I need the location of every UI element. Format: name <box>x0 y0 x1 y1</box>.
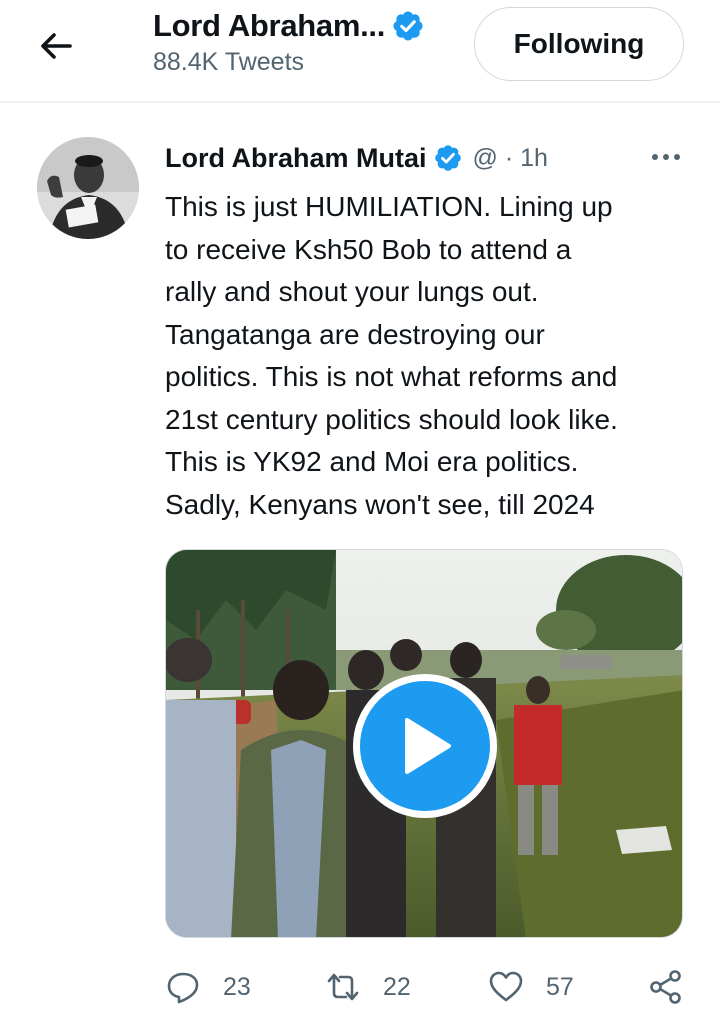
page-title: Lord Abraham... <box>153 8 386 43</box>
following-button[interactable]: Following <box>474 7 684 81</box>
tweet-header: Lord Abraham Mutai @ · 1h <box>165 138 685 178</box>
tweet-video[interactable] <box>165 549 683 938</box>
like-count: 57 <box>546 972 574 1001</box>
tweet-actions: 23 22 57 <box>0 962 720 1012</box>
retweet-icon <box>327 973 359 1001</box>
share-button[interactable] <box>648 962 684 1012</box>
retweet-button[interactable]: 22 <box>325 962 411 1012</box>
tweet-count: 88.4K Tweets <box>153 48 305 76</box>
share-icon <box>650 970 681 1004</box>
more-icon[interactable] <box>650 148 682 166</box>
reply-count: 23 <box>223 972 251 1001</box>
avatar[interactable] <box>37 137 139 239</box>
reply-button[interactable]: 23 <box>165 962 251 1012</box>
header-title-block: Lord Abraham... 88.4K Tweets <box>153 8 473 77</box>
author-name[interactable]: Lord Abraham Mutai <box>165 143 427 174</box>
tweet-meta: @ · 1h <box>472 143 548 172</box>
play-button[interactable] <box>353 674 497 818</box>
like-icon <box>489 971 523 1002</box>
reply-icon <box>167 972 199 1004</box>
play-icon <box>405 718 451 774</box>
retweet-count: 22 <box>383 972 411 1001</box>
tweet-text: This is just HUMILIATION. Lining up to r… <box>165 191 618 520</box>
back-arrow-icon[interactable] <box>36 26 76 66</box>
header-divider <box>0 101 720 103</box>
profile-header: Lord Abraham... 88.4K Tweets Following <box>0 0 720 100</box>
like-button[interactable]: 57 <box>488 962 574 1012</box>
verified-badge-icon <box>393 11 423 41</box>
verified-badge-icon <box>434 145 461 171</box>
